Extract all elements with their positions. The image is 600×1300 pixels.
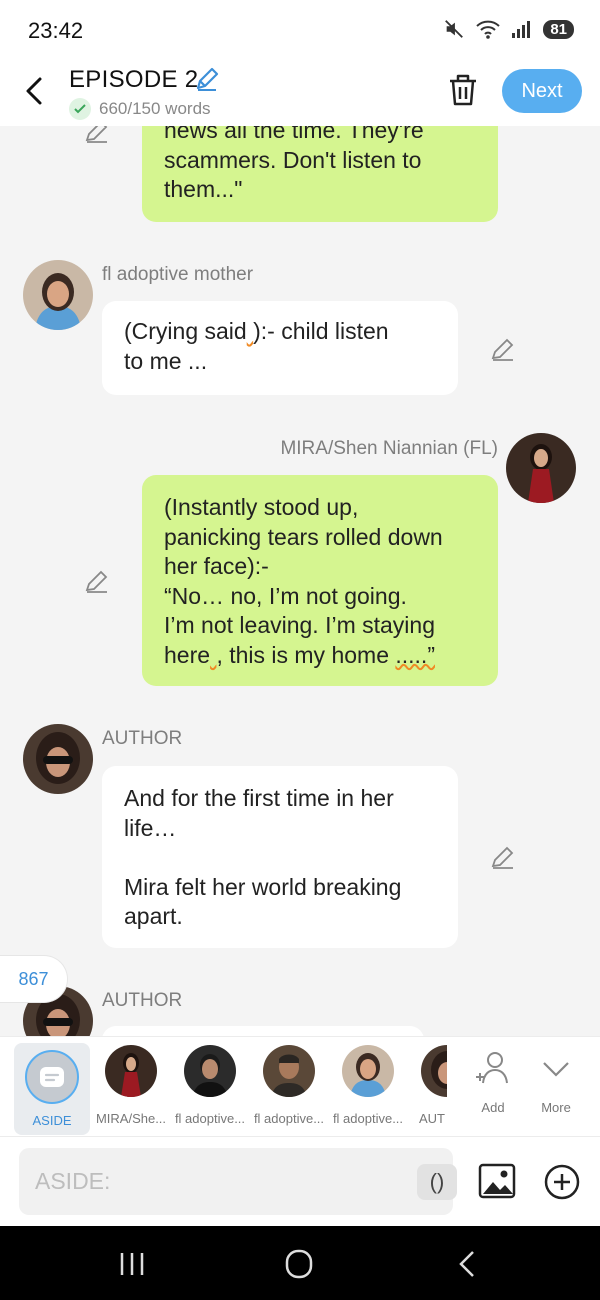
- message-input[interactable]: [35, 1148, 395, 1215]
- message-text: news all the time. They're scammers. Don…: [164, 126, 424, 202]
- avatar[interactable]: [23, 724, 93, 794]
- message-bubble[interactable]: (Instantly stood up, panicking tears rol…: [142, 475, 498, 686]
- word-count: 660/150 words: [69, 98, 211, 120]
- check-icon: [69, 98, 91, 120]
- back-nav-icon[interactable]: [447, 1248, 487, 1280]
- character-author[interactable]: AUT: [407, 1045, 447, 1129]
- character-label: fl adoptive...: [332, 1111, 404, 1126]
- status-bar: 23:42 81: [0, 0, 600, 60]
- message-input-box[interactable]: (): [19, 1148, 457, 1215]
- character-label: fl adoptive...: [253, 1111, 325, 1126]
- add-label: Add: [481, 1100, 505, 1115]
- recent-apps-icon[interactable]: [112, 1248, 152, 1280]
- character-label: ASIDE: [32, 1113, 72, 1128]
- chevron-down-icon: [543, 1062, 569, 1077]
- edit-pencil-icon[interactable]: [84, 568, 110, 594]
- trash-icon[interactable]: [447, 73, 479, 107]
- character-label: fl adoptive...: [174, 1111, 246, 1126]
- character-label: MIRA/She...: [95, 1111, 167, 1126]
- system-nav-bar: [0, 1226, 600, 1300]
- message-text: (Instantly stood up, panicking tears rol…: [164, 494, 443, 668]
- character-mira[interactable]: MIRA/She...: [91, 1045, 171, 1129]
- back-arrow-icon[interactable]: [20, 74, 50, 108]
- avatar: [421, 1045, 447, 1097]
- parenthesis-button[interactable]: (): [417, 1164, 457, 1200]
- more-button[interactable]: More: [526, 1049, 586, 1115]
- message-bubble[interactable]: (Crying said ):- child listen to me ...: [102, 301, 458, 395]
- message-bubble[interactable]: [102, 1026, 424, 1036]
- chat-area[interactable]: news all the time. They're scammers. Don…: [0, 126, 600, 1036]
- signal-icon: [512, 21, 531, 38]
- composer: (): [0, 1136, 600, 1226]
- character-name: AUTHOR: [102, 728, 183, 749]
- wifi-icon: [476, 20, 500, 39]
- next-button[interactable]: Next: [502, 69, 582, 113]
- avatar: [184, 1045, 236, 1097]
- add-circle-icon[interactable]: [543, 1163, 581, 1201]
- avatar[interactable]: [23, 260, 93, 330]
- avatar: [263, 1045, 315, 1097]
- message-bubble[interactable]: And for the first time in her life… Mira…: [102, 766, 458, 948]
- clock: 23:42: [28, 18, 84, 43]
- add-character-button[interactable]: Add: [463, 1049, 523, 1115]
- message-text: (Crying said ):- child listen to me ...: [124, 318, 389, 374]
- image-icon[interactable]: [478, 1163, 516, 1199]
- message-text: And for the first time in her life… Mira…: [124, 785, 402, 929]
- edit-pencil-icon[interactable]: [490, 844, 516, 870]
- character-name: MIRA/Shen Niannian (FL): [280, 438, 498, 459]
- character-name: fl adoptive mother: [102, 264, 254, 285]
- character-selector: ASIDE MIRA/She... fl adoptive... fl adop…: [0, 1036, 600, 1136]
- episode-title[interactable]: EPISODE 2: [69, 66, 198, 94]
- home-icon[interactable]: [279, 1248, 319, 1280]
- character-fl-adoptive-3[interactable]: fl adoptive...: [328, 1045, 408, 1129]
- avatar: [342, 1045, 394, 1097]
- edit-pencil-icon[interactable]: [84, 126, 110, 144]
- message-bubble[interactable]: news all the time. They're scammers. Don…: [142, 126, 498, 222]
- scroll-counter-badge[interactable]: 867: [0, 955, 68, 1003]
- avatar: [105, 1045, 157, 1097]
- character-name: AUTHOR: [102, 990, 183, 1011]
- add-person-icon: [476, 1052, 508, 1084]
- status-icons: 81: [443, 18, 574, 40]
- character-aside[interactable]: ASIDE: [14, 1043, 90, 1135]
- character-fl-adoptive-1[interactable]: fl adoptive...: [170, 1045, 250, 1129]
- mute-icon: [445, 20, 464, 38]
- editor-header: EPISODE 2 660/150 words Next: [0, 60, 600, 126]
- edit-pencil-icon[interactable]: [490, 336, 516, 362]
- aside-icon: [25, 1050, 79, 1104]
- edit-title-pencil-icon[interactable]: [193, 65, 221, 93]
- more-label: More: [541, 1100, 571, 1115]
- avatar[interactable]: [506, 433, 576, 503]
- character-fl-adoptive-2[interactable]: fl adoptive...: [249, 1045, 329, 1129]
- battery-level: 81: [543, 19, 574, 39]
- character-label: AUT: [419, 1111, 445, 1126]
- word-count-text: 660/150 words: [99, 99, 211, 118]
